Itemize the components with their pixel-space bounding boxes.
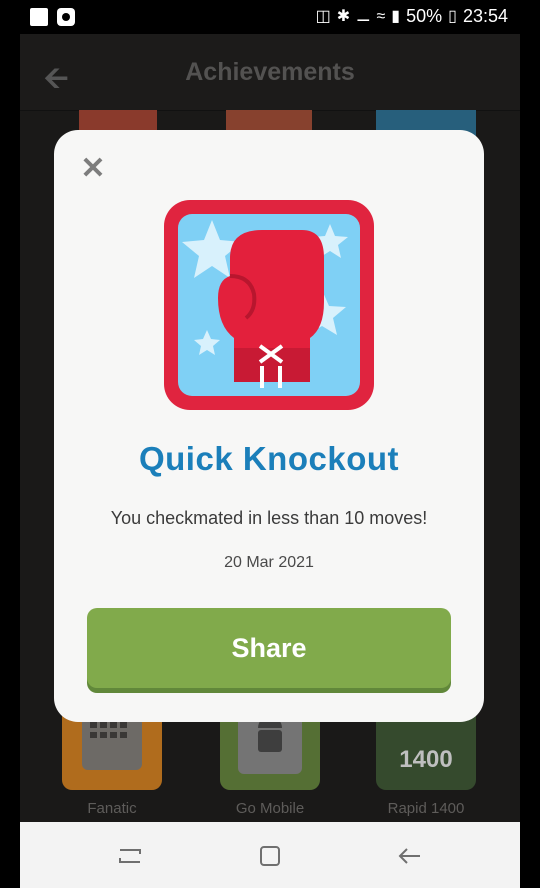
bluetooth-icon: ✱: [336, 7, 351, 25]
rating-number: 1400: [399, 746, 453, 773]
achievement-date: 20 Mar 2021: [224, 554, 314, 571]
page-title: Achievements: [185, 58, 355, 86]
recent-apps-icon[interactable]: [114, 840, 146, 872]
status-indicators: ◫ ✱ ⚊ ≈ ▮ 50% ▯ 23:54: [316, 6, 508, 27]
do-not-disturb-icon: ⚊: [356, 7, 371, 25]
close-icon[interactable]: ✕: [80, 154, 106, 184]
achievement-title: Quick Knockout: [138, 440, 400, 477]
achievement-description: You checkmated in less than 10 moves!: [110, 508, 428, 528]
boxing-glove-icon: [164, 200, 374, 410]
badge-label: Rapid 1400: [387, 800, 465, 817]
status-bar: ◫ ✱ ⚊ ≈ ▮ 50% ▯ 23:54: [0, 0, 540, 34]
wifi-icon: ≈: [376, 7, 386, 25]
achievement-dialog: ✕ Quick Knockout You checkmated in less …: [54, 130, 484, 722]
battery-percent: 50%: [406, 6, 443, 26]
badge-label: Fanatic: [87, 800, 137, 817]
badge-label: Go Mobile: [235, 800, 305, 817]
back-icon[interactable]: [394, 840, 426, 872]
signal-icon: ▮: [391, 7, 401, 25]
clock: 23:54: [462, 6, 508, 26]
share-button[interactable]: Share: [87, 608, 451, 688]
system-navigation-bar: [20, 822, 520, 888]
battery-icon: ▯: [448, 7, 457, 25]
notification-square-icon: [30, 8, 48, 26]
notification-icons: [30, 8, 75, 26]
notification-record-icon: [57, 8, 75, 26]
app-header: 🡨 Achievements: [20, 34, 520, 111]
home-icon[interactable]: [254, 840, 286, 872]
cast-icon: ◫: [315, 7, 331, 25]
